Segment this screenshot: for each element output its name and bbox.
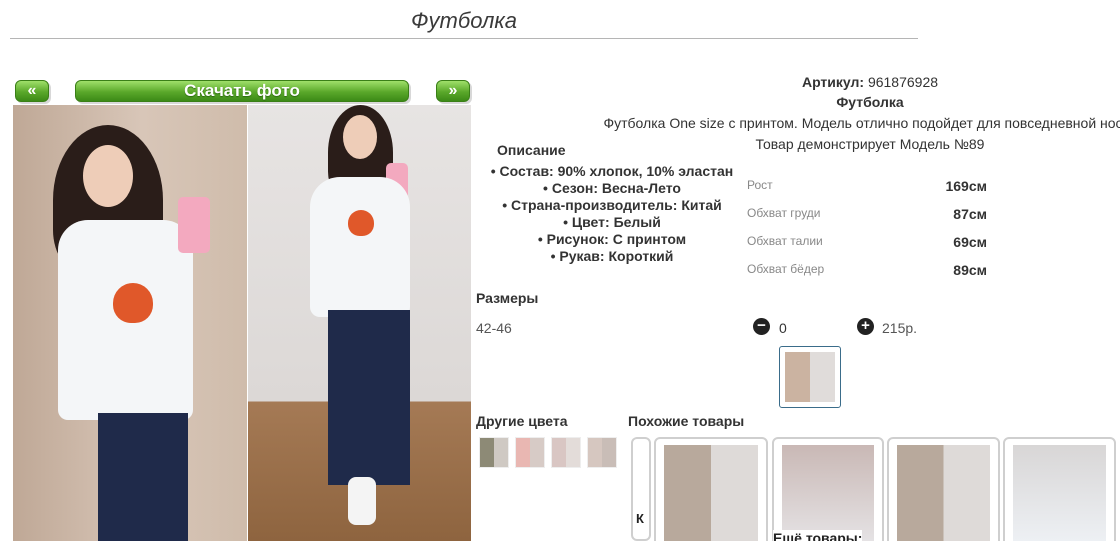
- measurement-label: Обхват груди: [747, 206, 821, 220]
- quantity-plus-button[interactable]: +: [857, 318, 874, 335]
- quantity-value: 0: [779, 320, 787, 336]
- phone: [178, 197, 210, 253]
- similar-products-title: Похожие товары: [628, 413, 745, 429]
- page-title: Футболка: [411, 8, 517, 33]
- arrow-left-icon: К: [636, 511, 644, 526]
- model-jeans: [98, 413, 188, 541]
- product-card-image: [782, 445, 874, 541]
- measurement-value: 69см: [953, 234, 987, 250]
- description-item: Страна-производитель: Китай: [476, 197, 748, 214]
- color-thumbnail[interactable]: [479, 437, 509, 468]
- more-products-link[interactable]: Ещё товары:: [773, 530, 863, 541]
- description-item: Цвет: Белый: [476, 214, 748, 231]
- selected-photo-thumbnail[interactable]: [779, 346, 841, 408]
- sizes-title: Размеры: [476, 290, 539, 306]
- measurement-value: 87см: [953, 206, 987, 222]
- price: 215р.: [882, 320, 918, 336]
- photo-right-pose: [248, 105, 471, 541]
- size-name: 42-46: [476, 320, 512, 336]
- measurement-label: Обхват талии: [747, 234, 823, 248]
- description-item: Рукав: Короткий: [476, 248, 748, 265]
- thumbnail-image: [785, 352, 835, 402]
- plus-icon: +: [861, 317, 870, 334]
- article-label: Артикул:: [801, 74, 865, 90]
- color-thumbnail[interactable]: [551, 437, 581, 468]
- similar-scroll-left-button[interactable]: К: [631, 437, 651, 541]
- download-photo-button[interactable]: Скачать фото: [75, 80, 409, 102]
- model-shoe: [348, 477, 376, 525]
- article-value: 961876928: [867, 74, 939, 90]
- description-list: Состав: 90% хлопок, 10% эластан Сезон: В…: [476, 163, 748, 265]
- description-item: Состав: 90% хлопок, 10% эластан: [476, 163, 748, 180]
- similar-product-card[interactable]: [772, 437, 884, 541]
- product-card-image: [897, 445, 990, 541]
- minus-icon: −: [757, 317, 766, 334]
- model-note: Товар демонстрирует Модель №89: [755, 136, 985, 152]
- model-face: [83, 145, 133, 207]
- measurement-value: 169см: [945, 178, 987, 194]
- product-name: Футболка: [836, 94, 904, 110]
- product-card-image: [1013, 445, 1106, 541]
- product-card-image: [664, 445, 758, 541]
- quantity-minus-button[interactable]: −: [753, 318, 770, 335]
- description-title: Описание: [497, 142, 566, 158]
- description-item: Сезон: Весна-Лето: [476, 180, 748, 197]
- model-jeans: [328, 310, 410, 485]
- gallery-prev-button[interactable]: «: [15, 80, 49, 102]
- article-row: Артикул: 961876928: [476, 74, 1120, 90]
- measurement-label: Рост: [747, 178, 773, 192]
- similar-product-card[interactable]: [1003, 437, 1116, 541]
- similar-product-card[interactable]: [887, 437, 1000, 541]
- color-thumbnail[interactable]: [515, 437, 545, 468]
- similar-product-card[interactable]: [654, 437, 768, 541]
- model-face: [343, 115, 377, 159]
- product-description: Футболка One size с принтом. Модель отли…: [603, 115, 1120, 131]
- model-shirt: [310, 177, 410, 317]
- measurement-label: Обхват бёдер: [747, 262, 825, 276]
- product-photo: [13, 105, 471, 541]
- shirt-print-fox: [348, 210, 374, 236]
- title-divider: [10, 38, 918, 39]
- gallery-next-button[interactable]: »: [436, 80, 470, 102]
- photo-left-pose: [13, 105, 247, 541]
- description-item: Рисунок: С принтом: [476, 231, 748, 248]
- other-colors-title: Другие цвета: [476, 413, 568, 429]
- shirt-print-fox: [113, 283, 153, 323]
- color-thumbnail[interactable]: [587, 437, 617, 468]
- measurement-value: 89см: [953, 262, 987, 278]
